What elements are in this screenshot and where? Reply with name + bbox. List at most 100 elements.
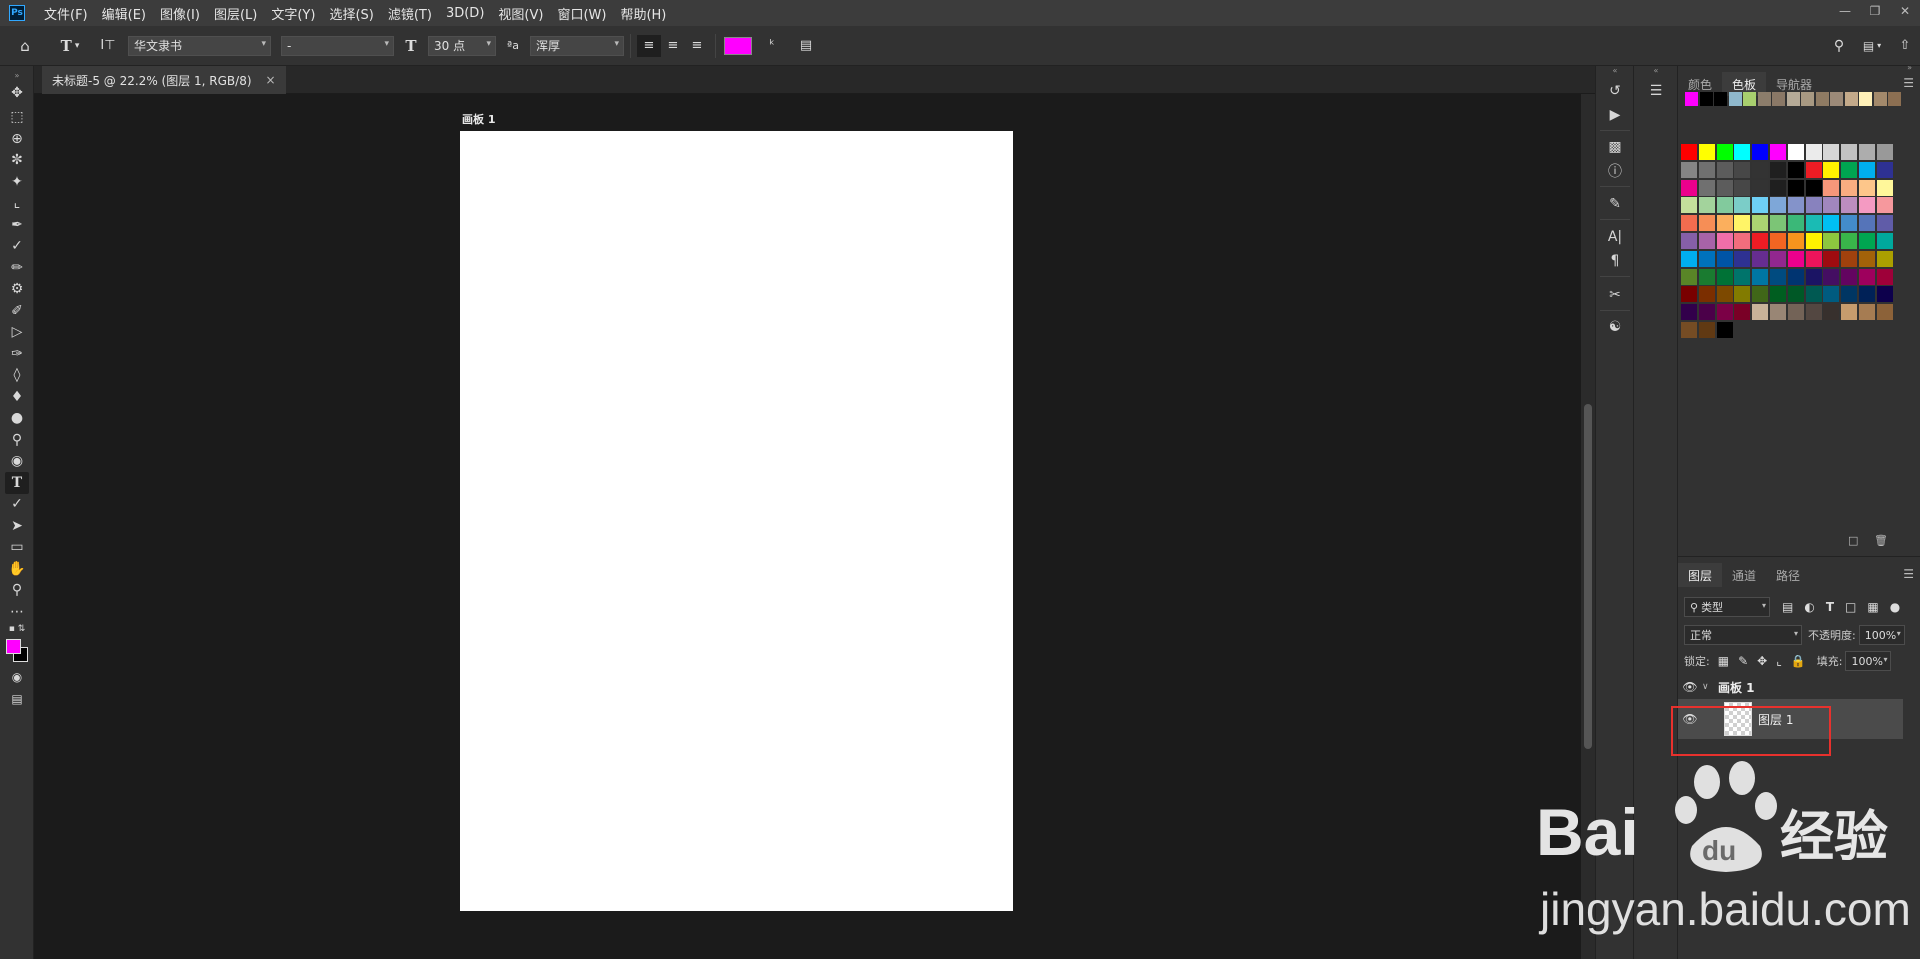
panel-tab[interactable]: 路径 <box>1766 563 1810 587</box>
properties-panel-icon[interactable]: ☰ <box>1644 80 1668 102</box>
color-swatch[interactable] <box>1859 144 1875 160</box>
color-swatch[interactable] <box>1823 233 1840 249</box>
recent-swatch[interactable] <box>1757 92 1771 106</box>
3d-panel-icon[interactable]: ▩ <box>1603 136 1627 158</box>
menu-item[interactable]: 图层(L) <box>207 0 264 26</box>
opacity-input[interactable]: 100% ▾ <box>1858 625 1905 645</box>
color-swatch[interactable] <box>1805 215 1822 232</box>
info-panel-icon[interactable]: ⓘ <box>1603 160 1627 182</box>
color-swatch[interactable] <box>1823 304 1840 321</box>
close-icon[interactable]: ✕ <box>1890 0 1920 22</box>
actions-panel-icon[interactable]: ▶ <box>1603 104 1627 126</box>
color-swatch[interactable] <box>1787 161 1804 178</box>
menu-item[interactable]: 文件(F) <box>37 0 95 26</box>
color-swatch[interactable] <box>1734 197 1751 214</box>
antialias-select[interactable]: 浑厚 ▾ <box>530 35 624 56</box>
color-swatch[interactable] <box>1716 197 1733 214</box>
color-swatch[interactable] <box>1876 286 1893 303</box>
recent-swatch[interactable] <box>1801 92 1814 106</box>
text-color-swatch[interactable] <box>724 36 752 55</box>
color-swatch[interactable] <box>1841 144 1858 160</box>
recent-swatch[interactable] <box>1844 92 1858 106</box>
color-swatch[interactable] <box>1841 250 1858 267</box>
color-swatch[interactable] <box>1698 268 1715 285</box>
menu-item[interactable]: 帮助(H) <box>613 0 673 26</box>
rectangle-tool-icon[interactable]: ▭ <box>5 536 29 558</box>
color-swatch[interactable] <box>1752 144 1769 160</box>
collapse-strip2-icon[interactable]: « <box>1644 64 1668 76</box>
color-swatch[interactable] <box>1770 286 1786 303</box>
delete-swatch-icon[interactable]: 🗑 <box>1874 534 1888 547</box>
type-tool-preset-icon[interactable]: T ▾ <box>50 37 90 55</box>
color-swatch[interactable] <box>1752 161 1769 178</box>
color-swatch[interactable] <box>1734 304 1751 321</box>
artboard-layer-row[interactable]: 👁 ∨ 画板 1 <box>1678 675 1920 699</box>
menu-item[interactable]: 视图(V) <box>491 0 550 26</box>
filter-adjustment-icon[interactable]: ◐ <box>1804 600 1814 614</box>
color-swatch[interactable] <box>1876 179 1893 196</box>
recent-swatch[interactable] <box>1685 92 1698 106</box>
recent-swatch[interactable] <box>1743 92 1756 106</box>
eraser-tool-icon[interactable]: ◊ <box>5 364 29 386</box>
libraries-icon[interactable]: ☯ <box>1603 316 1627 338</box>
color-swatch[interactable] <box>1805 161 1822 178</box>
visibility-eye-icon[interactable]: 👁 <box>1678 680 1702 694</box>
lock-transparent-icon[interactable]: ▦ <box>1718 654 1729 668</box>
color-swatch[interactable] <box>1805 286 1822 303</box>
color-swatch[interactable] <box>1787 144 1804 160</box>
filter-toggle-icon[interactable]: ● <box>1890 600 1900 614</box>
expand-chevron-icon[interactable]: ∨ <box>1702 682 1718 692</box>
menu-item[interactable]: 选择(S) <box>322 0 380 26</box>
recent-swatch[interactable] <box>1888 92 1901 106</box>
pen-tool-icon[interactable]: ✓ <box>5 493 29 515</box>
color-swatch[interactable] <box>1770 161 1786 178</box>
font-style-select[interactable]: - ▾ <box>281 35 394 56</box>
color-swatch[interactable] <box>1823 250 1840 267</box>
vertical-scrollbar[interactable] <box>1581 94 1595 959</box>
color-swatch[interactable] <box>1734 179 1751 196</box>
color-swatch[interactable] <box>1716 304 1733 321</box>
color-swatch[interactable] <box>1859 286 1875 303</box>
color-swatch[interactable] <box>1876 233 1893 249</box>
eyedropper-tool-icon[interactable]: ✒ <box>5 214 29 236</box>
share-icon[interactable]: ⇧ <box>1890 38 1920 53</box>
color-swatch[interactable] <box>1681 215 1697 232</box>
panel-tab[interactable]: 图层 <box>1678 563 1723 587</box>
color-swatch[interactable] <box>1698 179 1715 196</box>
color-swatch[interactable] <box>1716 322 1733 338</box>
color-swatch[interactable] <box>1752 197 1769 214</box>
stamp-tool-icon[interactable]: ▷ <box>5 321 29 343</box>
art-history-brush-icon[interactable]: ✑ <box>5 343 29 365</box>
brush-tool-icon[interactable]: ✏ <box>5 257 29 279</box>
color-swatch[interactable] <box>1859 268 1875 285</box>
recent-swatch[interactable] <box>1859 92 1872 106</box>
brush-settings-icon[interactable]: ✎ <box>1603 193 1627 215</box>
color-swatch[interactable] <box>1770 233 1786 249</box>
color-swatch[interactable] <box>1752 215 1769 232</box>
color-swatch[interactable] <box>1787 286 1804 303</box>
color-swatch[interactable] <box>1859 250 1875 267</box>
recent-swatch[interactable] <box>1714 92 1727 106</box>
recent-swatch[interactable] <box>1830 92 1843 106</box>
color-swatch[interactable] <box>1859 161 1875 178</box>
blend-mode-select[interactable]: 正常 ▾ <box>1684 625 1802 645</box>
color-swatch[interactable] <box>1681 250 1697 267</box>
paint-bucket-icon[interactable]: ♦ <box>5 386 29 408</box>
align-right-icon[interactable]: ≡ <box>685 38 709 53</box>
lock-position-icon[interactable]: ✥ <box>1757 654 1767 668</box>
color-swatch[interactable] <box>1698 215 1715 232</box>
color-swatch[interactable] <box>1841 161 1858 178</box>
color-swatch[interactable] <box>1841 286 1858 303</box>
document-tab[interactable]: 未标题-5 @ 22.2% (图层 1, RGB/8) × <box>42 66 286 94</box>
foreground-color-swatch[interactable] <box>6 639 21 654</box>
color-swatch[interactable] <box>1681 322 1697 338</box>
color-swatch[interactable] <box>1841 179 1858 196</box>
artboard-label[interactable]: 画板 1 <box>462 111 495 127</box>
color-swatch[interactable] <box>1823 215 1840 232</box>
color-swatch[interactable] <box>1787 197 1804 214</box>
healing-brush-icon[interactable]: ✓ <box>5 235 29 257</box>
recent-swatch[interactable] <box>1873 92 1887 106</box>
color-swatch[interactable] <box>1770 144 1786 160</box>
color-swatch[interactable] <box>1787 304 1804 321</box>
color-swatch[interactable] <box>1876 304 1893 321</box>
